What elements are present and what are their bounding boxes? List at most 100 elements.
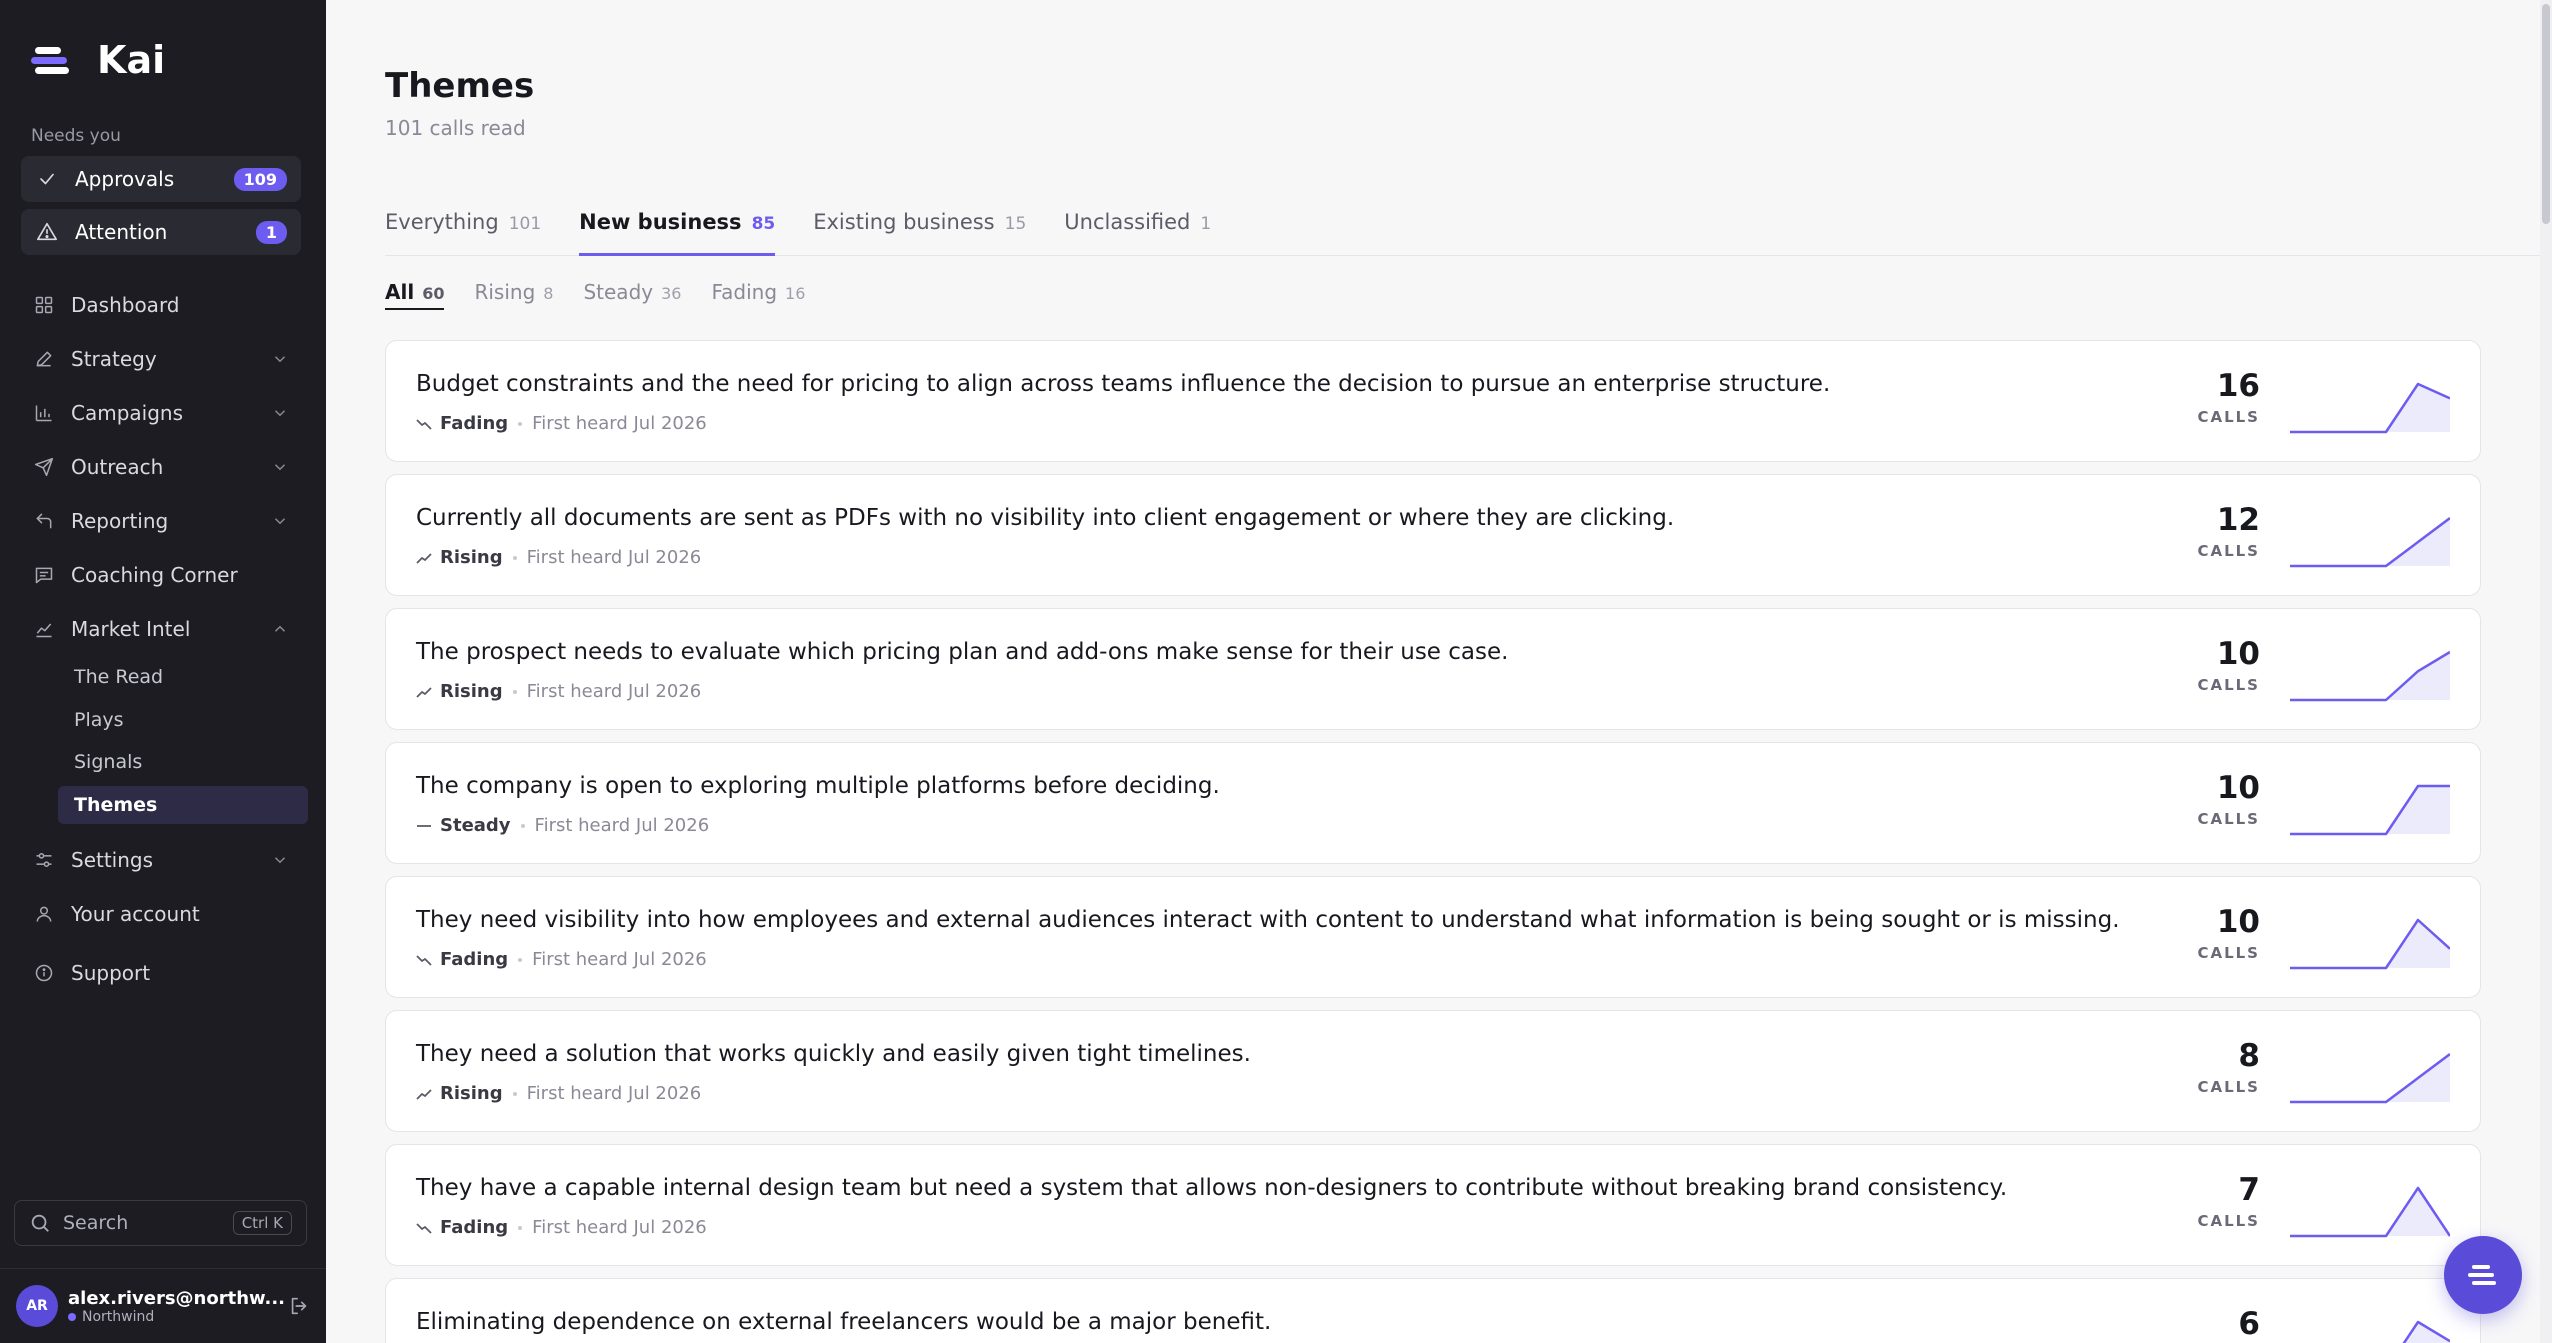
theme-card[interactable]: They need visibility into how employees … (385, 876, 2481, 998)
sidebar-subitem-signals[interactable]: Signals (58, 743, 308, 781)
trend-status: Steady (416, 815, 511, 836)
trend-status: Rising (416, 1083, 503, 1104)
first-heard: First heard Jul 2026 (532, 1217, 707, 1238)
trend-sparkline (2290, 1186, 2450, 1238)
filter-label: Steady (583, 280, 654, 304)
scrollbar-thumb[interactable] (2542, 4, 2550, 224)
approvals-count-badge: 109 (233, 167, 287, 191)
page-title: Themes (385, 66, 535, 106)
sidebar-item-label: Support (71, 961, 151, 985)
sidebar-item-label: Settings (71, 848, 154, 872)
sparkline-area (2404, 1322, 2450, 1343)
tab-label: Existing business (813, 210, 995, 234)
theme-title: Currently all documents are sent as PDFs… (416, 505, 1675, 531)
sidebar-item-approvals[interactable]: Approvals 109 (21, 156, 301, 202)
theme-card[interactable]: The prospect needs to evaluate which pri… (385, 608, 2481, 730)
filter-steady[interactable]: Steady 36 (583, 280, 681, 310)
filter-label: All (385, 280, 415, 304)
tab-count: 15 (1004, 214, 1027, 234)
user-org-name: Northwind (82, 1308, 155, 1325)
calls-unit: CALLS (2197, 944, 2260, 962)
theme-title: Budget constraints and the need for pric… (416, 371, 1831, 397)
calls-unit: CALLS (2197, 676, 2260, 694)
sidebar-item-label: Dashboard (71, 293, 180, 317)
reply-icon (33, 510, 55, 532)
kai-logo-icon (2468, 1265, 2496, 1285)
sidebar-item-attention[interactable]: Attention 1 (21, 209, 301, 255)
sidebar-item-label: Approvals (75, 167, 175, 191)
calls-stat: 8 CALLS (2197, 1041, 2260, 1097)
sparkline-area (2290, 384, 2450, 432)
info-icon (33, 962, 55, 984)
sidebar-item-label: Coaching Corner (71, 563, 238, 587)
meta-separator (518, 421, 523, 426)
theme-card[interactable]: They need a solution that works quickly … (385, 1010, 2481, 1132)
sidebar-item-outreach[interactable]: Outreach (21, 445, 301, 489)
warning-icon (35, 220, 59, 244)
sidebar-item-label: Market Intel (71, 617, 191, 641)
theme-card[interactable]: Currently all documents are sent as PDFs… (385, 474, 2481, 596)
user-email: alex.rivers@northw... (68, 1287, 286, 1309)
calls-count: 12 (2216, 502, 2260, 538)
first-heard: First heard Jul 2026 (534, 815, 710, 836)
theme-card[interactable]: The company is open to exploring multipl… (385, 742, 2481, 864)
theme-meta: Rising First heard Jul 2026 (416, 547, 701, 568)
trend-status: Rising (416, 547, 503, 568)
rising-trend-icon (416, 686, 432, 698)
theme-card[interactable]: Eliminating dependence on external freel… (385, 1278, 2481, 1343)
theme-card[interactable]: Budget constraints and the need for pric… (385, 340, 2481, 462)
sidebar-item-label: Campaigns (71, 401, 184, 425)
pen-icon (33, 348, 55, 370)
sidebar-item-strategy[interactable]: Strategy (21, 337, 301, 381)
sidebar-search-input[interactable]: Search Ctrl K (14, 1200, 307, 1246)
filter-all[interactable]: All 60 (385, 280, 445, 310)
sidebar-item-dashboard[interactable]: Dashboard (21, 283, 301, 327)
tab-unclassified[interactable]: Unclassified 1 (1064, 208, 1211, 256)
theme-meta: Fading First heard Jul 2026 (416, 413, 707, 434)
search-icon (31, 1214, 49, 1232)
tab-everything[interactable]: Everything 101 (385, 208, 541, 256)
segment-tabs: Everything 101 New business 85 Existing bu… (385, 208, 2542, 256)
kai-assistant-button[interactable] (2444, 1236, 2522, 1314)
trend-filters: All 60 Rising 8 Steady 36 Fading 16 (385, 280, 805, 310)
sidebar-item-support[interactable]: Support (21, 951, 301, 995)
sparkline-area (2290, 652, 2450, 700)
send-icon (33, 456, 55, 478)
logout-icon[interactable] (288, 1295, 310, 1317)
org-status-dot (68, 1312, 76, 1321)
filter-rising[interactable]: Rising 8 (474, 280, 553, 310)
first-heard: First heard Jul 2026 (526, 547, 702, 568)
scrollbar[interactable] (2540, 0, 2552, 1343)
sidebar-subitem-themes[interactable]: Themes (58, 786, 308, 824)
calls-count: 6 (2238, 1306, 2260, 1342)
theme-card[interactable]: They have a capable internal design team… (385, 1144, 2481, 1266)
first-heard: First heard Jul 2026 (526, 1083, 702, 1104)
trend-status: Fading (416, 413, 508, 434)
sidebar-subitem-the-read[interactable]: The Read (58, 658, 308, 696)
theme-title: They need visibility into how employees … (416, 907, 2120, 933)
trend-status: Fading (416, 949, 508, 970)
filter-fading[interactable]: Fading 16 (711, 280, 805, 310)
fading-trend-icon (416, 954, 432, 966)
tab-new-business[interactable]: New business 85 (579, 208, 776, 256)
sidebar-item-reporting[interactable]: Reporting (21, 499, 301, 543)
sidebar-item-market-intel[interactable]: Market Intel (21, 607, 301, 651)
calls-stat: 6CALLS (2197, 1309, 2260, 1343)
sidebar-subitem-plays[interactable]: Plays (58, 701, 308, 739)
trend-sparkline (2290, 650, 2450, 702)
sidebar-item-coaching-corner[interactable]: Coaching Corner (21, 553, 301, 597)
tab-existing-business[interactable]: Existing business 15 (813, 208, 1026, 256)
brand[interactable]: Kai (31, 38, 165, 82)
sidebar-item-settings[interactable]: Settings (21, 838, 301, 882)
trend-icon (33, 618, 55, 640)
avatar: AR (16, 1285, 58, 1327)
theme-title: They need a solution that works quickly … (416, 1041, 1251, 1067)
search-label: Search (63, 1212, 129, 1234)
sparkline-area (2290, 786, 2450, 834)
brand-name: Kai (97, 38, 166, 82)
sidebar-item-your-account[interactable]: Your account (21, 892, 301, 936)
rising-trend-icon (416, 1088, 432, 1100)
sidebar-item-campaigns[interactable]: Campaigns (21, 391, 301, 435)
theme-meta: Rising First heard Jul 2026 (416, 681, 701, 702)
user-profile[interactable]: AR alex.rivers@northw... Northwind (0, 1268, 326, 1343)
